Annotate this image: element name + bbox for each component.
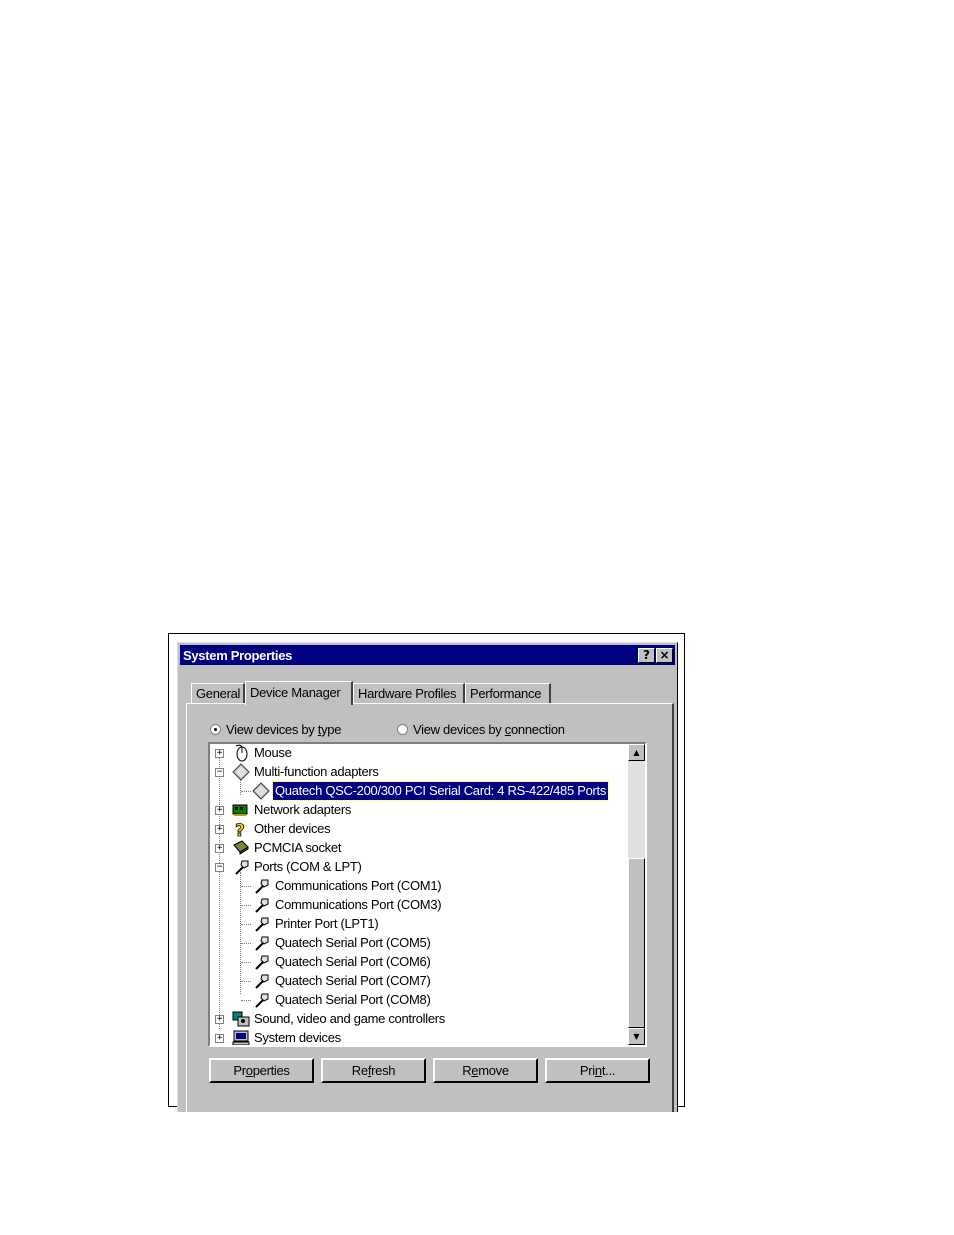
- pcmcia-card-icon: [233, 840, 249, 855]
- svg-text:?: ?: [235, 821, 245, 838]
- window-title: System Properties: [183, 648, 293, 663]
- scroll-down-arrow-icon[interactable]: ▼: [628, 1028, 645, 1045]
- port-connector-icon: [255, 936, 269, 951]
- system-properties-dialog: System Properties ? × General Device Man…: [177, 642, 678, 1112]
- expand-button[interactable]: +: [215, 844, 224, 853]
- collapse-button[interactable]: −: [215, 863, 224, 872]
- computer-icon: [232, 1030, 250, 1045]
- serial-card-icon: [252, 782, 270, 800]
- help-button[interactable]: ?: [638, 648, 655, 663]
- print-button[interactable]: Print...: [545, 1058, 650, 1083]
- port-connector-icon: [255, 898, 269, 913]
- radio-button[interactable]: [210, 724, 221, 735]
- radio-button[interactable]: [397, 724, 408, 735]
- expand-button[interactable]: +: [215, 749, 224, 758]
- scroll-thumb[interactable]: [628, 858, 645, 1028]
- mouse-icon: [235, 744, 248, 762]
- title-bar: System Properties ? ×: [180, 645, 675, 665]
- tab-performance[interactable]: Performance: [465, 683, 551, 703]
- collapse-button[interactable]: −: [215, 768, 224, 777]
- question-mark-icon: ?: [235, 821, 246, 838]
- properties-button[interactable]: Properties: [209, 1058, 314, 1083]
- device-tree[interactable]: + Mouse − Multi-function adapters Quatec…: [208, 742, 647, 1047]
- tab-general[interactable]: General: [191, 683, 245, 703]
- scroll-up-arrow-icon[interactable]: ▲: [628, 744, 645, 761]
- port-connector-icon: [255, 917, 269, 932]
- expand-button[interactable]: +: [215, 1034, 224, 1043]
- multi-function-adapter-icon: [232, 763, 250, 781]
- port-connector-icon: [255, 993, 269, 1008]
- tab-device-manager[interactable]: Device Manager: [245, 681, 353, 705]
- port-connector-icon: [255, 974, 269, 989]
- port-connector-icon: [255, 879, 269, 894]
- expand-button[interactable]: +: [215, 825, 224, 834]
- sound-video-icon: [232, 1011, 250, 1027]
- network-adapter-icon: [232, 804, 248, 816]
- expand-button[interactable]: +: [215, 806, 224, 815]
- remove-button[interactable]: Remove: [433, 1058, 538, 1083]
- expand-button[interactable]: +: [215, 1015, 224, 1024]
- close-button[interactable]: ×: [656, 648, 673, 663]
- screenshot-frame: System Properties ? × General Device Man…: [168, 633, 685, 1112]
- refresh-button[interactable]: Refresh: [321, 1058, 426, 1083]
- vertical-scrollbar[interactable]: ▲ ▼: [628, 744, 645, 1045]
- tab-hardware-profiles[interactable]: Hardware Profiles: [353, 683, 465, 703]
- port-connector-icon: [235, 860, 249, 875]
- port-connector-icon: [255, 955, 269, 970]
